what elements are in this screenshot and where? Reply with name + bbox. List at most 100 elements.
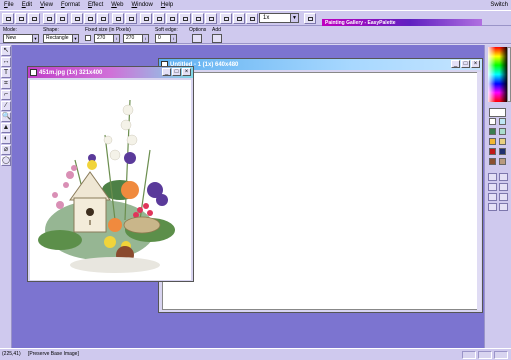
help-icon[interactable]: [304, 13, 316, 24]
chevron-down-icon[interactable]: ▼: [32, 35, 38, 42]
swatch-red[interactable]: [489, 148, 496, 155]
crop-tool-icon[interactable]: ⌐: [1, 90, 11, 100]
shape-select[interactable]: Rectangle ▼: [43, 34, 79, 43]
menu-file[interactable]: File: [0, 0, 18, 10]
effects-icon[interactable]: [246, 13, 258, 24]
flip-icon[interactable]: [153, 13, 165, 24]
layer-icon[interactable]: [205, 13, 217, 24]
fixed-size-checkbox[interactable]: [85, 35, 91, 41]
photo-canvas[interactable]: [30, 80, 191, 280]
palette-tool-icon[interactable]: [488, 193, 497, 201]
mode-select[interactable]: New ▼: [3, 34, 39, 43]
new-icon[interactable]: [2, 13, 14, 24]
spectrum-slider[interactable]: [507, 47, 511, 102]
stepper-icon[interactable]: ↕: [142, 35, 148, 42]
print-icon[interactable]: [43, 13, 55, 24]
maximize-icon[interactable]: □: [172, 68, 181, 76]
options-label: Options: [189, 27, 207, 33]
close-icon[interactable]: ×: [182, 68, 191, 76]
text-tool-icon[interactable]: T: [1, 68, 11, 78]
rotate-icon[interactable]: [140, 13, 152, 24]
gallery-icon[interactable]: [220, 13, 232, 24]
fixed-size-label: Fixed size (in Pixels): [85, 27, 131, 33]
add-label: Add: [212, 27, 221, 33]
clone-tool-icon[interactable]: ⌀: [1, 145, 11, 155]
palette-tool-icon[interactable]: [499, 193, 508, 201]
menu-effect[interactable]: Effect: [84, 0, 107, 10]
photo-title-bar[interactable]: 451m.jpg (1x) 321x400 _ □ ×: [28, 67, 193, 78]
zoom-tool-icon[interactable]: 🔍: [1, 112, 11, 122]
basket: [123, 216, 161, 234]
birdhouse: [69, 171, 111, 233]
flower-birdhouse-image: [38, 99, 175, 273]
swatch-mint[interactable]: [499, 128, 506, 135]
stepper-icon[interactable]: ↕: [170, 35, 176, 42]
preview-icon[interactable]: [56, 13, 68, 24]
color-spectrum[interactable]: [488, 47, 507, 102]
zoom-select[interactable]: 1x ▼: [259, 13, 299, 23]
fill-tool-icon[interactable]: ▲: [1, 123, 11, 133]
swatch-yellow[interactable]: [489, 138, 496, 145]
retouch-tool-icon[interactable]: ◐: [1, 134, 11, 144]
switch-button[interactable]: Switch: [490, 0, 508, 10]
minimize-icon[interactable]: _: [451, 60, 460, 68]
save-icon[interactable]: [28, 13, 40, 24]
palette-tool-icon[interactable]: [499, 183, 508, 191]
menu-window[interactable]: Window: [127, 0, 156, 10]
selection-tool-icon[interactable]: ⌗: [1, 79, 11, 89]
maximize-icon[interactable]: □: [461, 60, 470, 68]
menu-view[interactable]: View: [36, 0, 57, 10]
chevron-down-icon[interactable]: ▼: [290, 14, 298, 22]
transform-tool-icon[interactable]: ↔: [1, 57, 11, 67]
add-icon[interactable]: [212, 34, 222, 43]
status-indicator: [494, 351, 508, 359]
status-message: [Preserve Base Image]: [28, 351, 79, 357]
line-tool-icon[interactable]: ∕: [1, 101, 11, 111]
swatch-beige[interactable]: [499, 158, 506, 165]
swatch-white[interactable]: [489, 118, 496, 125]
mode-value: New: [6, 35, 17, 41]
resize-icon[interactable]: [179, 13, 191, 24]
crop-icon[interactable]: [166, 13, 178, 24]
pink-blossoms: [52, 165, 77, 209]
swatch-navy[interactable]: [499, 148, 506, 155]
untitled-canvas[interactable]: [162, 72, 479, 310]
menu-web[interactable]: Web: [107, 0, 127, 10]
photo-window: 451m.jpg (1x) 321x400 _ □ ×: [27, 66, 194, 282]
soft-edge-stepper[interactable]: 0 ↕: [155, 34, 177, 43]
close-icon[interactable]: ×: [471, 60, 480, 68]
palette-tool-icon[interactable]: [488, 173, 497, 181]
open-icon[interactable]: [15, 13, 27, 24]
swatch-tan[interactable]: [499, 138, 506, 145]
palette-tool-icon[interactable]: [488, 203, 497, 211]
palette-tool-icon[interactable]: [488, 183, 497, 191]
height-stepper[interactable]: 270 ↕: [123, 34, 149, 43]
menu-format[interactable]: Format: [57, 0, 84, 10]
menu-help[interactable]: Help: [157, 0, 177, 10]
shape-tool-icon[interactable]: ◯: [1, 156, 11, 166]
options-icon[interactable]: [192, 34, 202, 43]
undo-icon[interactable]: [112, 13, 124, 24]
stepper-icon[interactable]: ↕: [113, 35, 119, 42]
status-bar: (225,41) [Preserve Base Image]: [0, 348, 511, 360]
object-icon[interactable]: [192, 13, 204, 24]
paint-color-swatch[interactable]: [489, 108, 506, 117]
cut-icon[interactable]: [71, 13, 83, 24]
chevron-down-icon[interactable]: ▼: [72, 35, 78, 42]
swatch-light-blue[interactable]: [499, 118, 506, 125]
menu-edit[interactable]: Edit: [18, 0, 36, 10]
vertical-scrollbar[interactable]: [477, 72, 481, 310]
menu-bar: File Edit View Format Effect Web Window …: [0, 0, 511, 10]
minimize-icon[interactable]: _: [162, 68, 171, 76]
palette-tool-icon[interactable]: [499, 173, 508, 181]
width-stepper[interactable]: 270 ↕: [94, 34, 120, 43]
pick-tool-icon[interactable]: ↖: [1, 46, 11, 56]
web-icon[interactable]: [233, 13, 245, 24]
palette-tool-icon[interactable]: [499, 203, 508, 211]
untitled-title-bar[interactable]: Untitled - 1 (1x) 640x480 _ □ ×: [159, 59, 482, 70]
paste-icon[interactable]: [97, 13, 109, 24]
copy-icon[interactable]: [84, 13, 96, 24]
swatch-brown[interactable]: [489, 158, 496, 165]
swatch-green[interactable]: [489, 128, 496, 135]
redo-icon[interactable]: [125, 13, 137, 24]
